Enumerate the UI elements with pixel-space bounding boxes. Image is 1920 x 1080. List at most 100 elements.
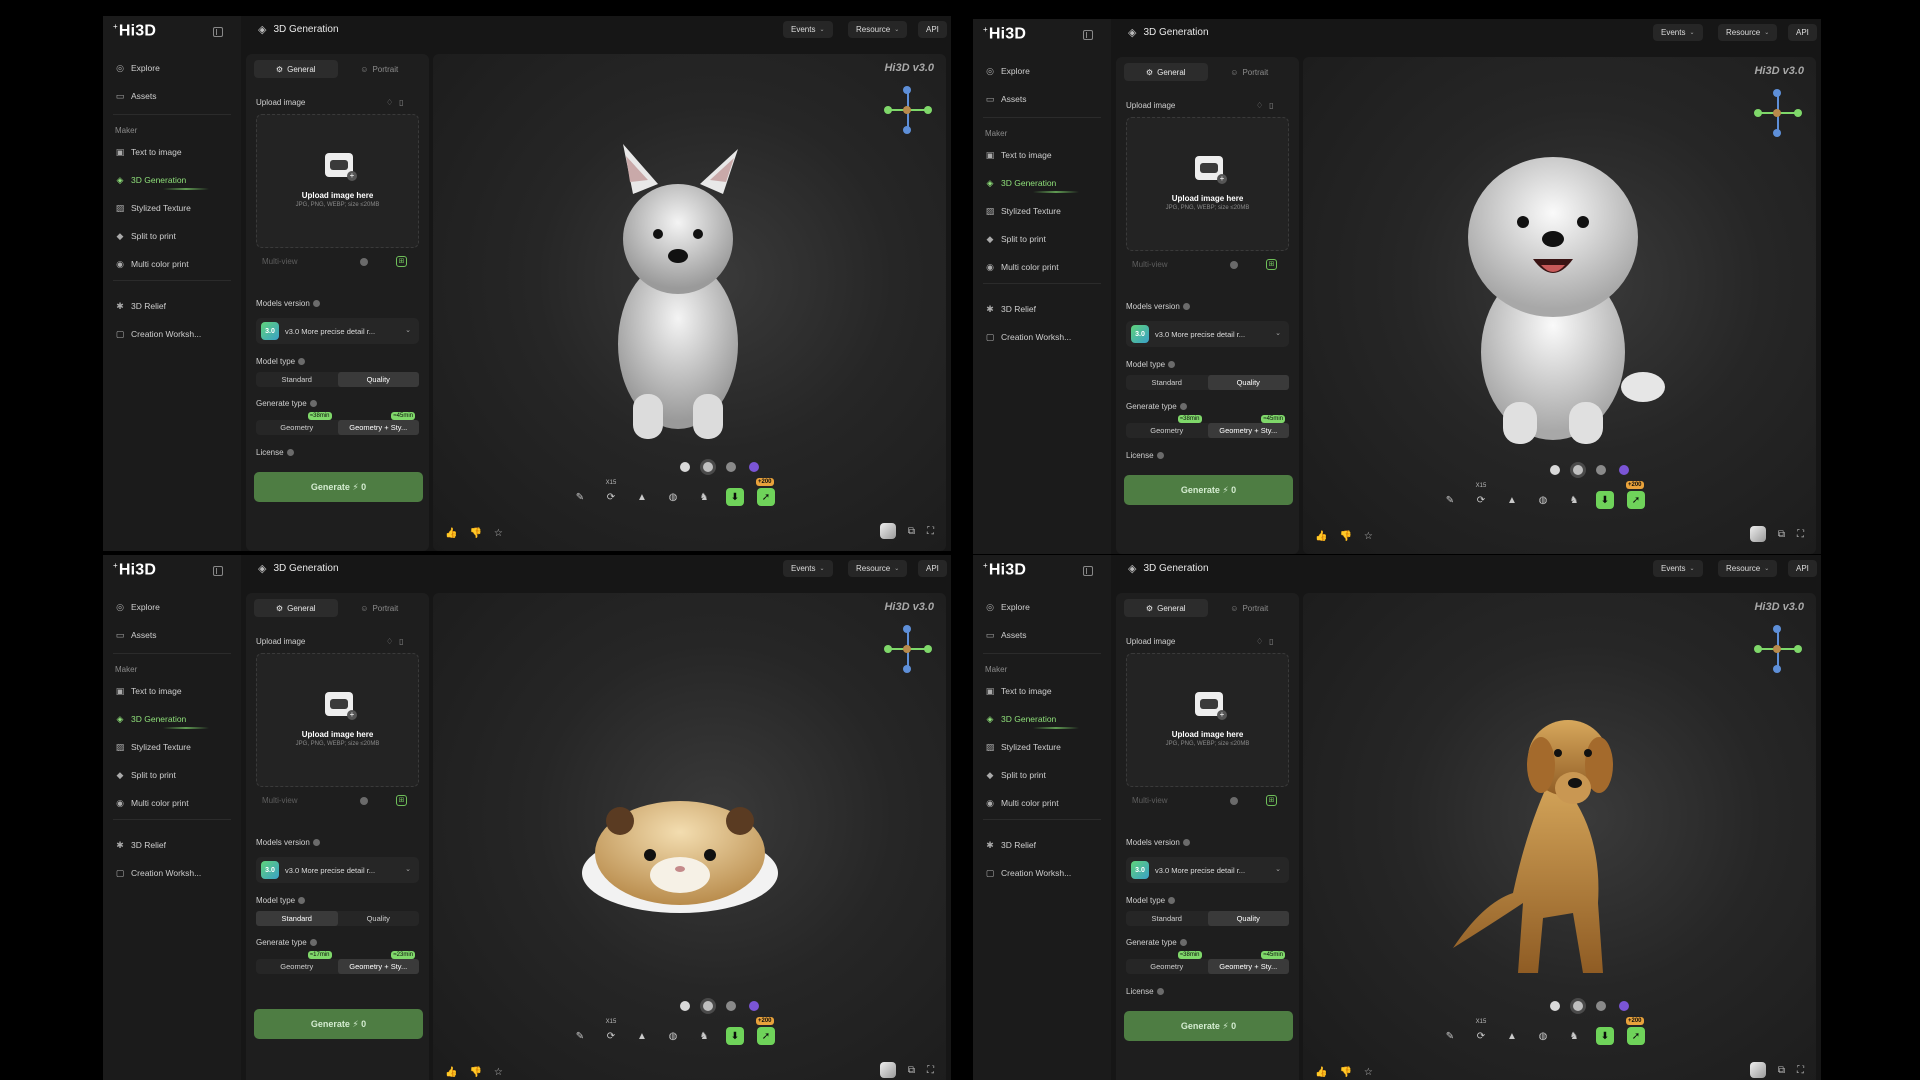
app-logo[interactable]: +Hi3D xyxy=(983,25,1026,43)
star-icon[interactable]: ☆ xyxy=(494,528,503,539)
axis-gizmo-icon[interactable] xyxy=(1750,625,1806,675)
model-type-quality[interactable]: Quality xyxy=(1207,375,1289,390)
mesh-icon[interactable]: ▲ xyxy=(633,1027,651,1045)
upload-dropzone[interactable]: Upload image here JPG, PNG, WEBP; size ≤2… xyxy=(256,114,419,248)
material-swatch[interactable] xyxy=(726,1001,736,1011)
download-icon[interactable]: ⬇ xyxy=(726,488,744,506)
fullscreen-icon[interactable]: ⛶ xyxy=(927,1065,934,1076)
topbar-events-button[interactable]: Events ⌄ xyxy=(783,560,833,577)
generate-button[interactable]: Generate ⚡ 0 xyxy=(254,1009,423,1039)
material-swatch[interactable] xyxy=(703,462,713,472)
rotate-icon[interactable]: ⟳ X15 xyxy=(602,1019,620,1045)
tab-general[interactable]: ⚙ General xyxy=(254,60,338,78)
upload-dropzone[interactable]: Upload image here JPG, PNG, WEBP; size ≤2… xyxy=(1126,653,1289,787)
help-icon[interactable] xyxy=(1179,403,1187,410)
generate-type-option[interactable]: Geometry ≈38min xyxy=(1126,951,1208,974)
fullscreen-icon[interactable]: ⛶ xyxy=(927,526,934,537)
source-thumbnail[interactable] xyxy=(879,1062,896,1078)
thumbs-up-icon[interactable]: 👍 xyxy=(445,528,457,539)
material-swatch[interactable] xyxy=(749,462,759,472)
tab-portrait[interactable]: ☺ Portrait xyxy=(338,599,422,617)
compare-icon[interactable]: ⧉ xyxy=(1778,529,1785,540)
thumbs-down-icon[interactable]: 👎 xyxy=(469,1067,481,1078)
axis-gizmo-icon[interactable] xyxy=(880,86,936,136)
sidebar-item-multi-color-print[interactable]: ◉ Multi color print xyxy=(115,795,189,811)
app-logo[interactable]: +Hi3D xyxy=(983,561,1026,579)
sidebar-item-3d-relief[interactable]: ✱ 3D Relief xyxy=(115,837,166,853)
topbar-api-button[interactable]: API xyxy=(918,21,947,38)
share-icon[interactable]: ➚ +200 xyxy=(756,1017,775,1045)
share-icon[interactable]: ➚ +200 xyxy=(1626,1017,1645,1045)
thumbs-up-icon[interactable]: 👍 xyxy=(1315,531,1327,542)
multiview-toggle[interactable] xyxy=(360,258,368,266)
sidebar-collapse-icon[interactable] xyxy=(1083,566,1093,576)
edit-icon[interactable]: ✎ xyxy=(1441,491,1459,509)
help-icon[interactable] xyxy=(1168,361,1176,368)
generate-type-option[interactable]: Geometry + Sty... ≈45min xyxy=(337,412,419,435)
help-icon[interactable] xyxy=(298,358,306,365)
edit-icon[interactable]: ✎ xyxy=(571,488,589,506)
material-swatch[interactable] xyxy=(1550,1001,1560,1011)
texture-sphere-icon[interactable]: ◍ xyxy=(1534,1027,1552,1045)
material-swatch[interactable] xyxy=(703,1001,713,1011)
texture-sphere-icon[interactable]: ◍ xyxy=(664,1027,682,1045)
source-thumbnail[interactable] xyxy=(1749,526,1766,542)
help-icon[interactable] xyxy=(1156,988,1164,995)
material-swatch[interactable] xyxy=(1619,465,1629,475)
3d-viewport[interactable]: Hi3D v3.0 ✎ ⟳ X15 ▲ ◍ ♞ ⬇ ➚ +200 👍 👎 ☆ ⧉ ⛶ xyxy=(433,54,946,551)
book-icon[interactable]: ▯ xyxy=(1269,101,1279,110)
help-icon[interactable] xyxy=(309,400,317,407)
multiview-grid-icon[interactable]: ⊞ xyxy=(396,256,407,267)
generate-type-option[interactable]: Geometry + Sty... ≈23min xyxy=(337,951,419,974)
3d-viewport[interactable]: Hi3D v3.0 ✎ ⟳ X15 ▲ ◍ ♞ ⬇ ➚ +200 👍 👎 ☆ ⧉ ⛶ xyxy=(433,593,946,1080)
3d-viewport[interactable]: Hi3D v3.0 ✎ ⟳ X15 ▲ ◍ ♞ ⬇ ➚ +200 👍 👎 ☆ ⧉ ⛶ xyxy=(1303,593,1816,1080)
sidebar-collapse-icon[interactable] xyxy=(213,566,223,576)
rotate-icon[interactable]: ⟳ X15 xyxy=(602,480,620,506)
lightbulb-icon[interactable]: ♢ xyxy=(1256,637,1269,646)
animation-icon[interactable]: ♞ xyxy=(1565,491,1583,509)
golden-retriever-model[interactable] xyxy=(1433,703,1653,988)
sidebar-collapse-icon[interactable] xyxy=(1083,30,1093,40)
lightbulb-icon[interactable]: ♢ xyxy=(386,98,399,107)
sidebar-item-3d-relief[interactable]: ✱ 3D Relief xyxy=(985,837,1036,853)
model-version-select[interactable]: 3.0 v3.0 More precise detail r... ⌄ xyxy=(256,857,419,883)
compare-icon[interactable]: ⧉ xyxy=(908,1065,915,1076)
3d-viewport[interactable]: Hi3D v3.0 ✎ ⟳ X15 ▲ ◍ ♞ ⬇ ➚ +200 👍 👎 ☆ ⧉ ⛶ xyxy=(1303,57,1816,554)
bichon-dog-model[interactable] xyxy=(1443,147,1673,452)
sidebar-item-creation-worksh[interactable]: ▢ Creation Worksh... xyxy=(985,329,1072,345)
material-swatch[interactable] xyxy=(1550,465,1560,475)
axis-gizmo-icon[interactable] xyxy=(1750,89,1806,139)
topbar-resource-button[interactable]: Resource ⌄ xyxy=(1718,24,1778,41)
edit-icon[interactable]: ✎ xyxy=(571,1027,589,1045)
star-icon[interactable]: ☆ xyxy=(494,1067,503,1078)
star-icon[interactable]: ☆ xyxy=(1364,531,1373,542)
sidebar-item-creation-worksh[interactable]: ▢ Creation Worksh... xyxy=(115,865,202,881)
model-type-standard[interactable]: Standard xyxy=(256,911,338,926)
sidebar-item-split-to-print[interactable]: ◆ Split to print xyxy=(115,767,176,783)
sidebar-item-explore[interactable]: ◎ Explore xyxy=(115,60,160,76)
multiview-grid-icon[interactable]: ⊞ xyxy=(1266,259,1277,270)
multiview-toggle[interactable] xyxy=(360,797,368,805)
topbar-resource-button[interactable]: Resource ⌄ xyxy=(848,560,908,577)
multiview-grid-icon[interactable]: ⊞ xyxy=(396,795,407,806)
model-type-quality[interactable]: Quality xyxy=(337,372,419,387)
sidebar-item-stylized-texture[interactable]: ▨ Stylized Texture xyxy=(115,739,191,755)
model-version-select[interactable]: 3.0 v3.0 More precise detail r... ⌄ xyxy=(1126,321,1289,347)
thumbs-up-icon[interactable]: 👍 xyxy=(445,1067,457,1078)
rotate-icon[interactable]: ⟳ X15 xyxy=(1472,1019,1490,1045)
sidebar-item-assets[interactable]: ▭ Assets xyxy=(985,627,1027,643)
sidebar-item-multi-color-print[interactable]: ◉ Multi color print xyxy=(985,795,1059,811)
sidebar-item-explore[interactable]: ◎ Explore xyxy=(115,599,160,615)
share-icon[interactable]: ➚ +200 xyxy=(756,478,775,506)
sidebar-item-text-to-image[interactable]: ▣ Text to image xyxy=(115,683,182,699)
sidebar-item-3d-generation[interactable]: ◈ 3D Generation xyxy=(985,175,1057,191)
book-icon[interactable]: ▯ xyxy=(399,637,409,646)
help-icon[interactable] xyxy=(1179,939,1187,946)
sidebar-item-multi-color-print[interactable]: ◉ Multi color print xyxy=(115,256,189,272)
source-thumbnail[interactable] xyxy=(1749,1062,1766,1078)
animation-icon[interactable]: ♞ xyxy=(695,488,713,506)
book-icon[interactable]: ▯ xyxy=(1269,637,1279,646)
generate-button[interactable]: Generate ⚡ 0 xyxy=(254,472,423,502)
topbar-events-button[interactable]: Events ⌄ xyxy=(783,21,833,38)
sidebar-item-3d-generation[interactable]: ◈ 3D Generation xyxy=(115,172,187,188)
